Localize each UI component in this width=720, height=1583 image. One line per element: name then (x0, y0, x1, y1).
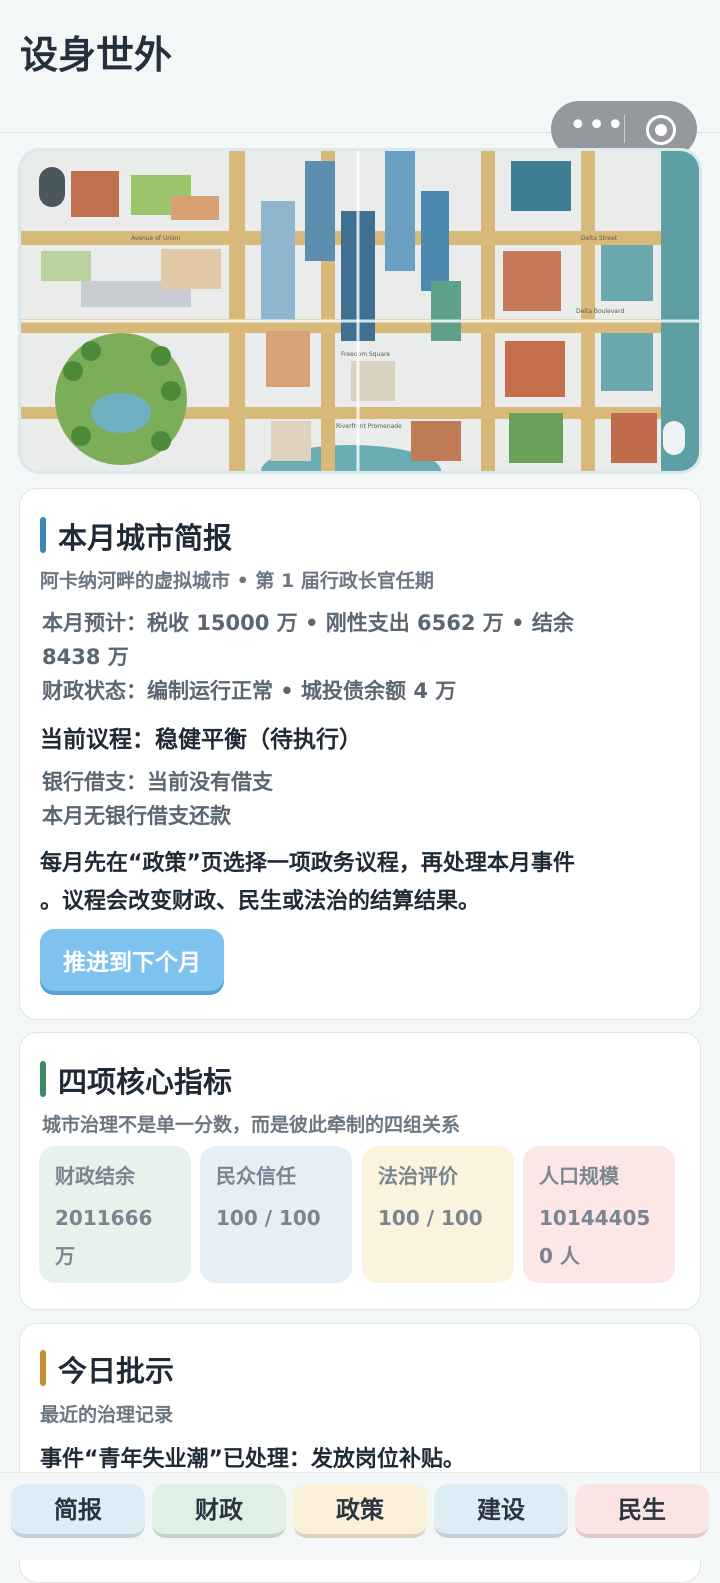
today-record: 事件“青年失业潮”已处理：发放岗位补贴。 (40, 1447, 465, 1472)
advance-month-button[interactable]: 推进到下个月 (40, 929, 224, 991)
fiscal-status: 财政状态：编制运行正常 • 城投债余额 4 万 (42, 679, 457, 703)
repayment-status: 本月无银行借支还款 (42, 804, 231, 828)
tab-finance[interactable]: 财政 (152, 1484, 286, 1538)
map-label-avenue: Avenue of Union (131, 235, 180, 242)
metric-fiscal-balance: 财政结余 2011666 万 (39, 1146, 191, 1283)
forecast-line-1: 本月预计：税收 15000 万 • 刚性支出 6562 万 • 结余 (42, 611, 574, 635)
map-label-delta-street: Delta Street (581, 235, 618, 242)
forecast-line-2: 8438 万 (42, 645, 129, 669)
tab-livelihood[interactable]: 民生 (575, 1484, 709, 1538)
bottom-tab-bar: 简报 财政 政策 建设 民生 (0, 1472, 720, 1560)
hint-line-1: 每月先在“政策”页选择一项政务议程，再处理本月事件 (40, 851, 575, 876)
tab-policy[interactable]: 政策 (293, 1484, 427, 1538)
bank-loan-status: 银行借支：当前没有借支 (42, 770, 273, 794)
city-map[interactable]: Avenue of Union Delta Street Delta Boule… (18, 148, 702, 474)
metric-label: 财政结余 (55, 1164, 135, 1188)
metric-label: 民众信任 (216, 1164, 296, 1188)
map-handle-right[interactable] (663, 421, 685, 455)
target-circle-icon[interactable] (646, 115, 676, 145)
core-metrics-card: 四项核心指标 城市治理不是单一分数，而是彼此牵制的四组关系 财政结余 20116… (19, 1032, 701, 1310)
map-handle-left[interactable] (39, 167, 65, 207)
metric-label: 人口规模 (539, 1164, 619, 1188)
city-map-illustration: Avenue of Union Delta Street Delta Boule… (21, 151, 699, 471)
metric-value: 101444050 人 (539, 1206, 651, 1268)
metric-rule-of-law: 法治评价 100 / 100 (362, 1146, 514, 1283)
core-metrics-title: 四项核心指标 (40, 1059, 232, 1101)
app-title: 设身世外 (20, 33, 173, 77)
metric-value: 2011666 万 (55, 1206, 153, 1268)
map-label-freedom-square: Freedom Square (341, 351, 390, 358)
briefing-title: 本月城市简报 (40, 515, 232, 557)
briefing-card: 本月城市简报 阿卡纳河畔的虚拟城市 • 第 1 届行政长官任期 本月预计：税收 … (19, 488, 701, 1020)
metric-value: 100 / 100 (378, 1206, 483, 1230)
current-agenda: 当前议程：稳健平衡（待执行） (40, 727, 362, 753)
map-label-riverfront: Riverfront Promenade (336, 423, 402, 430)
hint-line-2: 。议程会改变财政、民生或法治的结算结果。 (40, 889, 481, 914)
today-title: 今日批示 (40, 1348, 174, 1390)
metric-value: 100 / 100 (216, 1206, 321, 1230)
metric-public-trust: 民众信任 100 / 100 (200, 1146, 352, 1283)
today-subtitle: 最近的治理记录 (40, 1404, 174, 1426)
more-dots-icon[interactable]: ••• (569, 111, 624, 147)
briefing-subtitle: 阿卡纳河畔的虚拟城市 • 第 1 届行政长官任期 (40, 570, 434, 592)
metric-label: 法治评价 (378, 1164, 458, 1188)
map-label-delta-boulevard: Delta Boulevard (576, 308, 624, 315)
core-metrics-subtitle: 城市治理不是单一分数，而是彼此牵制的四组关系 (42, 1114, 461, 1136)
tab-construction[interactable]: 建设 (434, 1484, 568, 1538)
tab-briefing[interactable]: 简报 (11, 1484, 145, 1538)
capsule-divider (624, 115, 625, 143)
metric-population: 人口规模 101444050 人 (523, 1146, 675, 1283)
